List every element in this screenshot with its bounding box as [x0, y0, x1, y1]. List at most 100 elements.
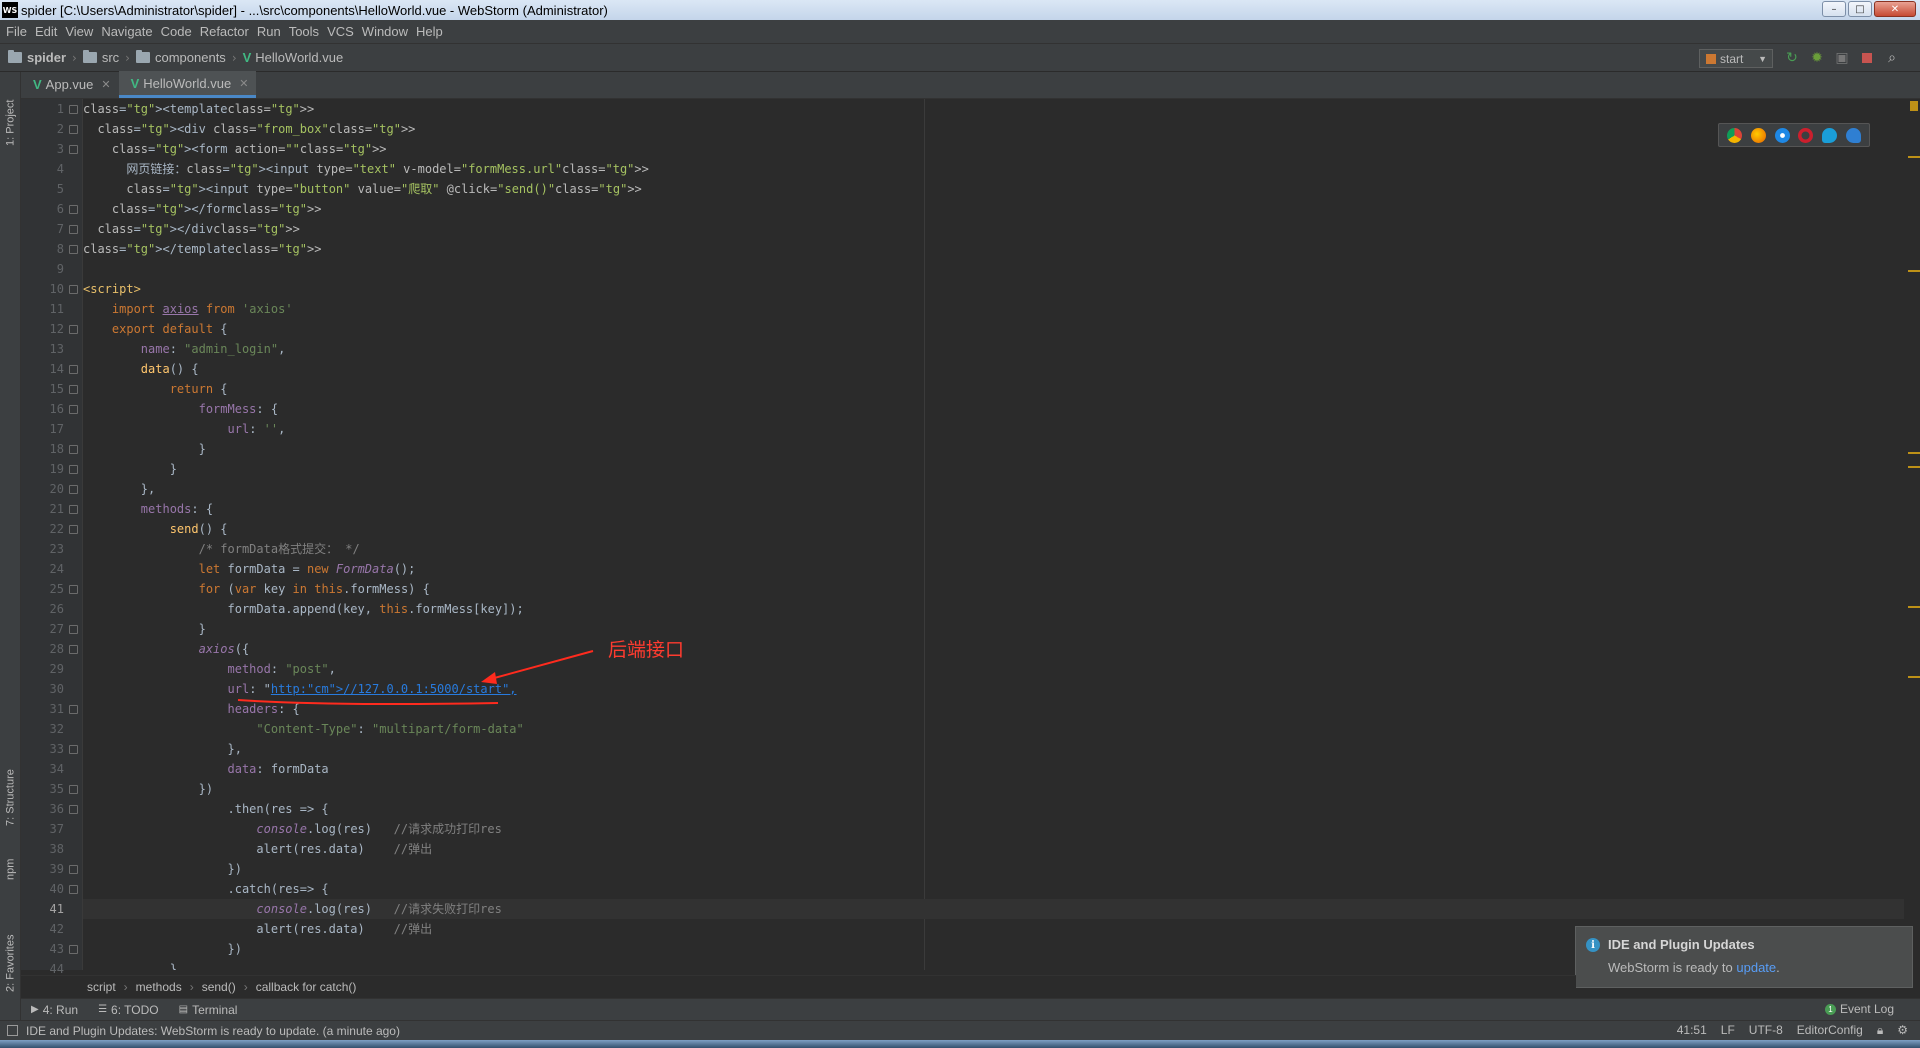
code-line[interactable]: class="tg"><div class="from_box"class="t…: [83, 119, 1904, 139]
code-line[interactable]: }: [83, 619, 1904, 639]
close-window-button[interactable]: ✕: [1874, 1, 1916, 17]
fold-marker-icon[interactable]: [69, 445, 78, 454]
code-line[interactable]: import axios from 'axios': [83, 299, 1904, 319]
opera-icon[interactable]: [1798, 127, 1814, 143]
fold-marker-icon[interactable]: [69, 385, 78, 394]
update-link[interactable]: update: [1736, 960, 1776, 975]
menu-file[interactable]: File: [4, 24, 33, 39]
code-line[interactable]: }: [83, 439, 1904, 459]
crumb-src[interactable]: src: [82, 50, 119, 65]
code-line[interactable]: url: '',: [83, 419, 1904, 439]
fold-marker-icon[interactable]: [69, 225, 78, 234]
menu-window[interactable]: Window: [360, 24, 414, 39]
code-line[interactable]: 网页链接：class="tg"><input type="text" v-mod…: [83, 159, 1904, 179]
tab-app-vue[interactable]: V App.vue ✕: [21, 71, 119, 98]
fold-marker-icon[interactable]: [69, 625, 78, 634]
firefox-icon[interactable]: [1750, 127, 1766, 143]
code-line[interactable]: formMess: {: [83, 399, 1904, 419]
crumb-file[interactable]: V HelloWorld.vue: [243, 50, 344, 65]
fold-marker-icon[interactable]: [69, 285, 78, 294]
fold-marker-icon[interactable]: [69, 245, 78, 254]
project-tool-tab[interactable]: 1: Project: [3, 80, 18, 146]
code-line[interactable]: alert(res.data) //弹出: [83, 839, 1904, 859]
fold-marker-icon[interactable]: [69, 805, 78, 814]
code-line[interactable]: let formData = new FormData();: [83, 559, 1904, 579]
crumb-components[interactable]: components: [135, 50, 226, 65]
code-line[interactable]: class="tg"><input type="button" value="爬…: [83, 179, 1904, 199]
code-line[interactable]: [83, 259, 1904, 279]
code-line[interactable]: export default {: [83, 319, 1904, 339]
fold-marker-icon[interactable]: [69, 325, 78, 334]
code-line[interactable]: headers: {: [83, 699, 1904, 719]
fold-marker-icon[interactable]: [69, 145, 78, 154]
code-line[interactable]: class="tg"><templateclass="tg">>: [83, 99, 1904, 119]
code-line[interactable]: "Content-Type": "multipart/form-data": [83, 719, 1904, 739]
code-editor[interactable]: class="tg"><templateclass="tg">> class="…: [83, 99, 1904, 970]
file-encoding[interactable]: UTF-8: [1749, 1023, 1783, 1038]
code-line[interactable]: for (var key in this.formMess) {: [83, 579, 1904, 599]
code-line[interactable]: }: [83, 459, 1904, 479]
terminal-tool-window-button[interactable]: ▤ Terminal: [179, 1003, 238, 1017]
npm-tool-tab[interactable]: npm: [3, 844, 18, 880]
code-line[interactable]: data() {: [83, 359, 1904, 379]
debug-icon[interactable]: ✹: [1809, 50, 1825, 66]
favorites-tool-tab[interactable]: 2: Favorites: [3, 908, 18, 992]
fold-marker-icon[interactable]: [69, 365, 78, 374]
safari-icon[interactable]: [1774, 127, 1790, 143]
fold-marker-icon[interactable]: [69, 105, 78, 114]
crumb-project[interactable]: spider: [8, 50, 66, 65]
fold-marker-icon[interactable]: [69, 465, 78, 474]
code-line[interactable]: class="tg"></divclass="tg">>: [83, 219, 1904, 239]
menu-help[interactable]: Help: [414, 24, 449, 39]
fold-marker-icon[interactable]: [69, 885, 78, 894]
inspection-status-icon[interactable]: [1910, 101, 1918, 111]
editor-scrollbar[interactable]: [1904, 99, 1920, 970]
code-line[interactable]: formData.append(key, this.formMess[key])…: [83, 599, 1904, 619]
coverage-icon[interactable]: ▣: [1834, 50, 1850, 66]
code-line[interactable]: data: formData: [83, 759, 1904, 779]
structure-tool-tab[interactable]: 7: Structure: [3, 742, 18, 826]
code-line[interactable]: },: [83, 739, 1904, 759]
menu-edit[interactable]: Edit: [33, 24, 63, 39]
minimize-button[interactable]: –: [1822, 1, 1846, 17]
breadcrumb-callback[interactable]: callback for catch(): [256, 980, 357, 994]
code-line[interactable]: methods: {: [83, 499, 1904, 519]
memory-icon[interactable]: ⚙: [1897, 1023, 1908, 1038]
fold-marker-icon[interactable]: [69, 945, 78, 954]
fold-marker-icon[interactable]: [69, 705, 78, 714]
menu-code[interactable]: Code: [159, 24, 198, 39]
update-notification[interactable]: i IDE and Plugin Updates WebStorm is rea…: [1575, 926, 1913, 988]
code-line[interactable]: return {: [83, 379, 1904, 399]
fold-marker-icon[interactable]: [69, 585, 78, 594]
tab-helloworld-vue[interactable]: V HelloWorld.vue ✕: [118, 71, 257, 98]
code-line[interactable]: }): [83, 859, 1904, 879]
code-line[interactable]: send() {: [83, 519, 1904, 539]
fold-marker-icon[interactable]: [69, 205, 78, 214]
fold-marker-icon[interactable]: [69, 645, 78, 654]
code-line[interactable]: axios({: [83, 639, 1904, 659]
fold-marker-icon[interactable]: [69, 785, 78, 794]
chrome-icon[interactable]: [1727, 127, 1743, 143]
code-line[interactable]: class="tg"></templateclass="tg">>: [83, 239, 1904, 259]
stop-icon[interactable]: [1859, 50, 1875, 66]
fold-marker-icon[interactable]: [69, 405, 78, 414]
breadcrumb-script[interactable]: script: [87, 980, 116, 994]
code-line[interactable]: <script>: [83, 279, 1904, 299]
run-configuration-select[interactable]: start ▼: [1699, 49, 1773, 68]
fold-marker-icon[interactable]: [69, 525, 78, 534]
line-separator[interactable]: LF: [1721, 1023, 1735, 1038]
code-line[interactable]: .catch(res=> {: [83, 879, 1904, 899]
code-line[interactable]: name: "admin_login",: [83, 339, 1904, 359]
code-line[interactable]: },: [83, 479, 1904, 499]
todo-tool-window-button[interactable]: ☰ 6: TODO: [98, 1003, 159, 1017]
code-line[interactable]: console.log(res) //请求失败打印res: [83, 899, 1904, 919]
menu-view[interactable]: View: [63, 24, 99, 39]
menu-vcs[interactable]: VCS: [325, 24, 360, 39]
close-tab-icon[interactable]: ✕: [239, 77, 248, 90]
fold-marker-icon[interactable]: [69, 865, 78, 874]
run-tool-window-button[interactable]: ▶ 4: Run: [31, 1003, 78, 1017]
breadcrumb-send[interactable]: send(): [202, 980, 236, 994]
tool-window-toggle-icon[interactable]: [7, 1025, 18, 1036]
caret-position[interactable]: 41:51: [1677, 1023, 1707, 1038]
code-line[interactable]: /* formData格式提交： */: [83, 539, 1904, 559]
